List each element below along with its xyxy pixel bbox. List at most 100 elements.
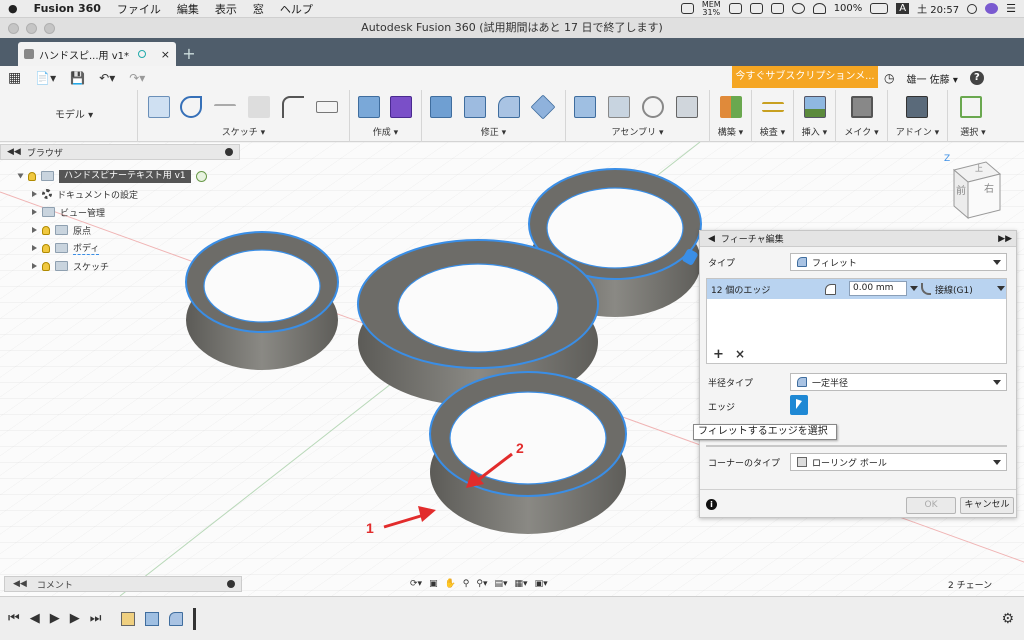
browser-pin-icon[interactable] (225, 148, 233, 156)
bluetooth-icon[interactable] (791, 3, 805, 14)
undo-icon[interactable]: ↶▾ (99, 71, 115, 85)
time-machine-icon[interactable] (770, 3, 784, 14)
battery-icon[interactable] (870, 3, 889, 14)
tab-close-icon[interactable]: × (161, 48, 170, 61)
app-menu[interactable]: Fusion 360 (26, 2, 109, 15)
zoom-window-icon[interactable]: ⚲▾ (476, 579, 487, 589)
radius-type-dropdown[interactable]: 一定半径 (790, 373, 1007, 391)
go-to-start-icon[interactable]: ⏮ (8, 611, 20, 626)
input-source[interactable]: A (896, 3, 910, 14)
timeline-marker-icon[interactable] (193, 607, 197, 630)
extrude-icon[interactable] (358, 96, 380, 118)
select-icon[interactable] (960, 96, 982, 118)
make-group-label[interactable]: メイク ▾ (836, 125, 887, 138)
remove-edge-set-button[interactable]: × (735, 347, 745, 361)
visibility-bulb-icon[interactable] (28, 171, 36, 181)
expand-toggle-icon[interactable] (17, 173, 24, 179)
radius-dropdown-icon[interactable] (910, 286, 918, 291)
browser-root-node[interactable]: ハンドスピナーテキスト用 v1 (17, 168, 207, 184)
document-tab[interactable]: ハンドスピ...用 v1* × (18, 42, 176, 66)
construct-group-label[interactable]: 構築 ▾ (710, 125, 751, 138)
step-back-icon[interactable]: ◀ (30, 611, 40, 626)
menu-file[interactable]: ファイル (109, 1, 169, 17)
edge-select-button[interactable] (790, 395, 808, 415)
minimize-window-icon[interactable] (26, 23, 37, 34)
browser-item-document-settings[interactable]: ドキュメントの設定 (32, 186, 138, 202)
apple-menu-icon[interactable]: ● (0, 2, 26, 15)
create-sketch-icon[interactable] (148, 96, 170, 118)
close-window-icon[interactable] (8, 23, 19, 34)
insert-image-icon[interactable] (804, 96, 826, 118)
fillet-sketch-icon[interactable] (282, 96, 304, 118)
airplay-icon[interactable] (749, 3, 763, 14)
assemble-group-label[interactable]: アセンブリ ▾ (566, 125, 709, 138)
scripts-addins-icon[interactable] (906, 96, 928, 118)
sketch-group-label[interactable]: スケッチ ▾ (138, 125, 349, 138)
new-component-icon[interactable] (574, 96, 596, 118)
browser-item-origin[interactable]: 原点 (32, 222, 91, 238)
comments-pin-icon[interactable] (227, 580, 235, 588)
insert-group-label[interactable]: 挿入 ▾ (794, 125, 835, 138)
continuity-dropdown-icon[interactable] (997, 286, 1005, 291)
creative-cloud-icon[interactable] (680, 3, 694, 14)
browser-item-sketches[interactable]: スケッチ (32, 258, 109, 274)
comments-collapse-icon[interactable]: ◀◀ (13, 579, 27, 589)
go-to-end-icon[interactable]: ⏭ (90, 611, 102, 626)
file-menu-icon[interactable]: 📄▾ (35, 71, 56, 85)
redo-icon[interactable]: ↷▾ (129, 71, 145, 85)
corner-type-dropdown[interactable]: ローリング ボール (790, 453, 1007, 471)
siri-icon[interactable] (985, 3, 999, 14)
zoom-icon[interactable]: ⚲ (463, 579, 470, 589)
timeline-fillet-icon[interactable] (169, 611, 184, 626)
pan-icon[interactable]: ✋ (445, 579, 456, 589)
visibility-bulb-icon[interactable] (42, 243, 50, 253)
data-panel-grid-icon[interactable]: ▦ (8, 70, 21, 86)
expand-toggle-icon[interactable] (32, 209, 37, 215)
clock[interactable]: 土 20:57 (917, 1, 959, 16)
cancel-button[interactable]: キャンセル (960, 497, 1014, 514)
type-dropdown[interactable]: フィレット (790, 253, 1007, 271)
dialog-header[interactable]: ◀ フィーチャ編集 ▶▶ (700, 231, 1016, 247)
expand-toggle-icon[interactable] (32, 245, 37, 251)
new-tab-button[interactable]: + (180, 46, 198, 64)
search-icon[interactable] (967, 3, 978, 14)
dialog-expand-icon[interactable]: ▶▶ (998, 234, 1012, 244)
press-pull-icon[interactable] (430, 96, 452, 118)
play-icon[interactable]: ▶ (50, 611, 60, 626)
add-edge-set-button[interactable]: + (713, 347, 724, 362)
browser-item-bodies[interactable]: ボディ (32, 240, 100, 256)
menu-edit[interactable]: 編集 (169, 1, 207, 17)
line-icon[interactable] (180, 96, 202, 118)
expand-toggle-icon[interactable] (32, 191, 37, 197)
display-settings-icon[interactable]: ▤▾ (495, 579, 508, 589)
shell-icon[interactable] (464, 96, 486, 118)
wifi-icon[interactable] (812, 3, 826, 14)
timeline-extrude-icon[interactable] (145, 611, 160, 626)
visibility-bulb-icon[interactable] (42, 225, 50, 235)
info-icon[interactable]: i (706, 499, 717, 510)
save-icon[interactable]: 💾 (70, 71, 85, 85)
fillet-icon[interactable] (498, 96, 520, 118)
dialog-collapse-icon[interactable]: ◀ (708, 234, 715, 244)
addins-group-label[interactable]: アドイン ▾ (888, 125, 947, 138)
grid-settings-icon[interactable]: ▦▾ (515, 579, 528, 589)
radius-input[interactable]: 0.00 mm (849, 281, 907, 296)
dimension-icon[interactable] (214, 104, 236, 114)
inspect-group-label[interactable]: 検査 ▾ (752, 125, 793, 138)
create-group-label[interactable]: 作成 ▾ (350, 125, 421, 138)
menu-view[interactable]: 表示 (207, 1, 245, 17)
browser-header[interactable]: ◀◀ ブラウザ (0, 144, 240, 160)
timeline-sketch-icon[interactable] (121, 611, 136, 626)
continuity-value[interactable]: 接線(G1) (935, 283, 973, 296)
timeline-settings-gear-icon[interactable]: ⚙ (1001, 611, 1014, 627)
measure-icon[interactable] (762, 102, 784, 112)
expand-toggle-icon[interactable] (32, 227, 37, 233)
mem-monitor[interactable]: MEM 31% (702, 0, 721, 17)
joint-icon[interactable] (608, 96, 630, 118)
step-forward-icon[interactable]: ▶ (70, 611, 80, 626)
dropbox-icon[interactable] (728, 3, 742, 14)
user-menu[interactable]: 雄一 佐藤 ▾ (906, 71, 957, 86)
comments-panel[interactable]: ◀◀ コメント (4, 576, 242, 592)
mirror-icon[interactable] (248, 96, 270, 118)
motion-link-icon[interactable] (676, 96, 698, 118)
